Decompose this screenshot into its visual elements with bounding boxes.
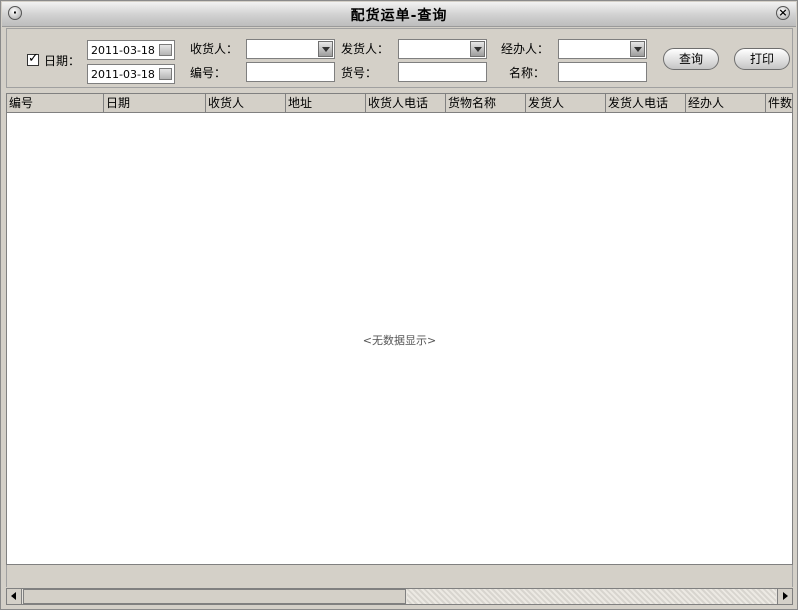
column-header[interactable]: 地址 (286, 94, 366, 112)
name-label: 名称： (509, 66, 546, 80)
column-header[interactable]: 收货人电话 (366, 94, 446, 112)
dropdown-arrow-icon[interactable] (630, 41, 645, 57)
receiver-select[interactable] (246, 39, 335, 59)
print-button[interactable]: 打印 (734, 48, 790, 70)
close-icon[interactable]: × (776, 6, 790, 20)
date-to-field[interactable]: 2011-03-18 (87, 64, 175, 84)
date-to-value: 2011-03-18 (91, 68, 155, 81)
date-checkbox[interactable]: ✓ (27, 51, 39, 66)
sender-select[interactable] (398, 39, 487, 59)
column-header[interactable]: 发货人电话 (606, 94, 686, 112)
calendar-icon[interactable] (159, 68, 172, 80)
sender-label: 发货人： (341, 42, 390, 56)
checkmark-icon: ✓ (28, 51, 39, 66)
horizontal-scrollbar[interactable] (6, 588, 793, 605)
empty-message: <无数据显示> (362, 334, 437, 347)
goods-no-input[interactable] (398, 62, 487, 82)
number-input[interactable] (246, 62, 335, 82)
scroll-right-button[interactable] (777, 589, 792, 604)
grid-footer (6, 565, 793, 587)
grid-header: 编号 日期 收货人 地址 收货人电话 货物名称 发货人 发货人电话 经办人 件数 (7, 94, 792, 113)
scrollbar-track[interactable] (407, 589, 776, 604)
window-title: 配货运单-查询 (350, 8, 448, 24)
title-bar[interactable]: · 配货运单-查询 × (2, 2, 796, 27)
query-window: · 配货运单-查询 × ✓ 日期： 2011-03-18 2011-03-18 … (0, 0, 798, 610)
scroll-left-button[interactable] (7, 589, 22, 604)
dropdown-arrow-icon[interactable] (470, 41, 485, 57)
name-input[interactable] (558, 62, 647, 82)
date-label: 日期： (44, 54, 81, 68)
column-header[interactable]: 日期 (104, 94, 206, 112)
receiver-label: 收货人： (190, 42, 239, 56)
arrow-left-icon (11, 592, 16, 600)
calendar-icon[interactable] (159, 44, 172, 56)
goods-no-label: 货号： (341, 66, 378, 80)
column-header[interactable]: 经办人 (686, 94, 766, 112)
date-from-value: 2011-03-18 (91, 44, 155, 57)
handler-select[interactable] (558, 39, 647, 59)
results-grid[interactable]: 编号 日期 收货人 地址 收货人电话 货物名称 发货人 发货人电话 经办人 件数… (6, 93, 793, 565)
column-header[interactable]: 编号 (7, 94, 104, 112)
column-header[interactable]: 发货人 (526, 94, 606, 112)
column-header[interactable]: 收货人 (206, 94, 286, 112)
handler-label: 经办人： (501, 42, 550, 56)
number-label: 编号： (190, 66, 227, 80)
column-header[interactable]: 货物名称 (446, 94, 526, 112)
column-header[interactable]: 件数 (766, 94, 792, 112)
date-from-field[interactable]: 2011-03-18 (87, 40, 175, 60)
filter-panel: ✓ 日期： 2011-03-18 2011-03-18 收货人： 编号： 发货人… (6, 28, 793, 88)
arrow-right-icon (783, 592, 788, 600)
dropdown-arrow-icon[interactable] (318, 41, 333, 57)
scrollbar-thumb[interactable] (23, 589, 406, 604)
query-button[interactable]: 查询 (663, 48, 719, 70)
